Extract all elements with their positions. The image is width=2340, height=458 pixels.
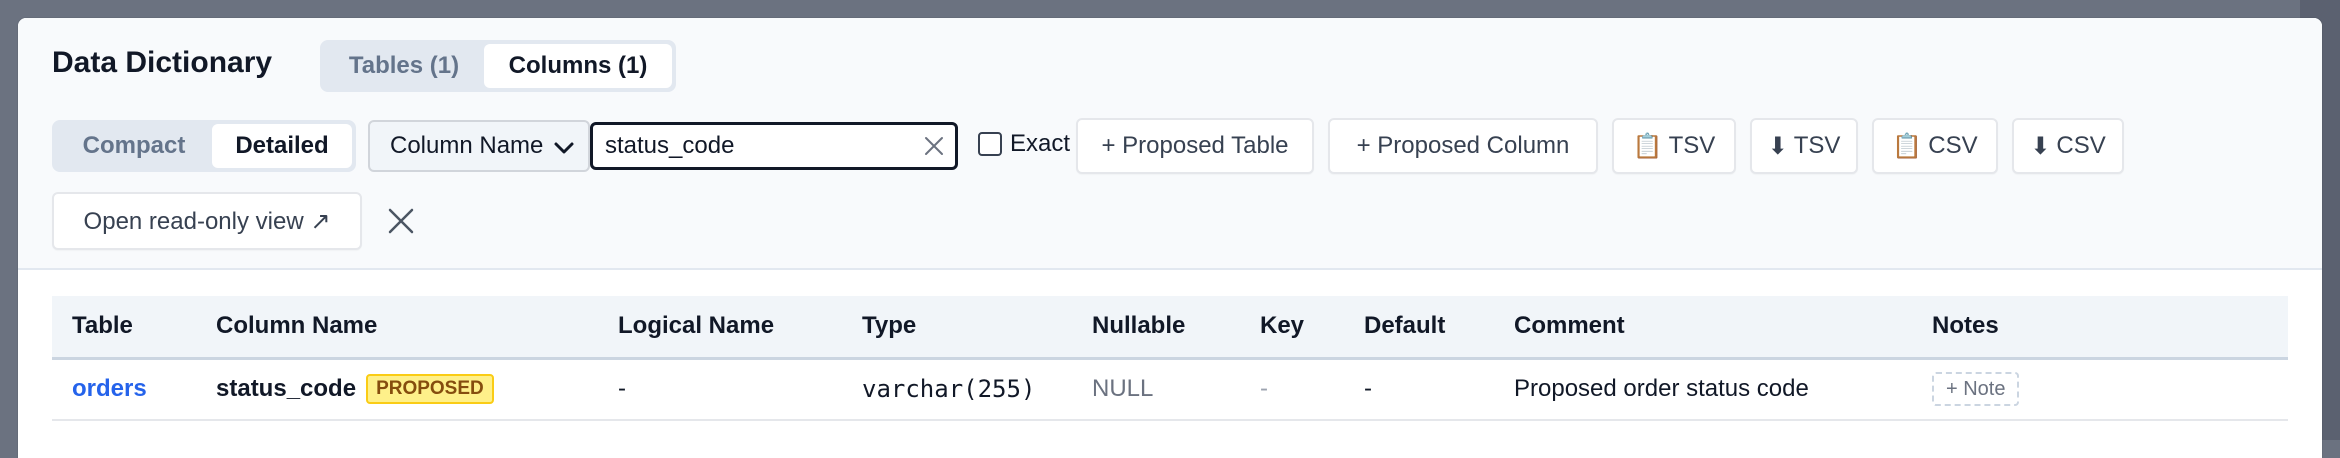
search-input[interactable] — [605, 132, 905, 160]
table-link-orders[interactable]: orders — [72, 375, 147, 402]
clipboard-icon: 📋 — [1632, 132, 1663, 160]
copy-csv-label: CSV — [1928, 132, 1978, 159]
chevron-down-icon — [554, 142, 574, 154]
cell-key: - — [1240, 358, 1344, 421]
column-name-text: status_code — [216, 375, 357, 403]
header-notes[interactable]: Notes — [1912, 296, 2288, 360]
header-key[interactable]: Key — [1240, 296, 1344, 360]
cell-logical-name: - — [598, 358, 842, 421]
search-field-select[interactable]: Column Name — [368, 120, 590, 172]
cell-column-name: status_code PROPOSED — [196, 358, 598, 421]
header-comment[interactable]: Comment — [1494, 296, 1912, 360]
cell-notes: + Note — [1912, 358, 2288, 421]
header-nullable[interactable]: Nullable — [1072, 296, 1240, 360]
download-csv-label: CSV — [2056, 132, 2106, 159]
add-proposed-table-button[interactable]: + Proposed Table — [1076, 118, 1314, 174]
download-icon: ⬇ — [2030, 132, 2051, 160]
exact-label: Exact — [1010, 130, 1071, 157]
header-logical-name[interactable]: Logical Name — [598, 296, 842, 360]
search-box — [590, 122, 958, 170]
view-detailed-button[interactable]: Detailed — [212, 124, 352, 168]
download-csv-button[interactable]: ⬇ CSV — [2012, 118, 2124, 174]
tab-columns[interactable]: Columns (1) — [484, 44, 672, 88]
header-default[interactable]: Default — [1344, 296, 1494, 360]
view-mode-toggle: Compact Detailed — [52, 120, 356, 172]
clipboard-icon: 📋 — [1892, 132, 1923, 160]
dictionary-tabs: Tables (1) Columns (1) — [320, 40, 676, 92]
add-note-button[interactable]: + Note — [1932, 372, 2020, 407]
add-proposed-column-button[interactable]: + Proposed Column — [1328, 118, 1598, 174]
cell-comment: Proposed order status code — [1494, 358, 1912, 421]
cell-type: varchar(255) — [842, 358, 1072, 421]
tab-tables[interactable]: Tables (1) — [324, 44, 484, 88]
download-tsv-label: TSV — [1793, 132, 1841, 159]
header-table[interactable]: Table — [52, 296, 196, 360]
data-dictionary-dialog: Data Dictionary Tables (1) Columns (1) C… — [18, 18, 2322, 458]
download-tsv-button[interactable]: ⬇ TSV — [1750, 118, 1858, 174]
cell-table: orders — [52, 358, 196, 421]
exact-checkbox[interactable] — [978, 132, 1002, 156]
table-header-row: Table Column Name Logical Name Type Null… — [52, 296, 2288, 360]
proposed-badge: PROPOSED — [366, 374, 494, 405]
copy-csv-button[interactable]: 📋 CSV — [1872, 118, 1998, 174]
copy-tsv-button[interactable]: 📋 TSV — [1612, 118, 1736, 174]
cell-nullable: NULL — [1072, 358, 1240, 421]
copy-tsv-label: TSV — [1668, 132, 1716, 159]
dialog-title: Data Dictionary — [52, 46, 273, 79]
table-row: orders status_code PROPOSED - varchar(255… — [52, 358, 2288, 421]
view-compact-button[interactable]: Compact — [56, 124, 212, 168]
open-readonly-view-button[interactable]: Open read-only view ↗ — [52, 192, 362, 250]
header-type[interactable]: Type — [842, 296, 1072, 360]
close-icon[interactable] — [388, 208, 414, 234]
download-icon: ⬇ — [1767, 132, 1788, 160]
exact-match-toggle[interactable]: Exact — [978, 130, 1070, 158]
clear-search-icon[interactable] — [923, 135, 945, 157]
cell-default: - — [1344, 358, 1494, 421]
search-field-selected: Column Name — [390, 132, 544, 159]
dialog-header: Data Dictionary Tables (1) Columns (1) C… — [18, 18, 2322, 270]
header-column-name[interactable]: Column Name — [196, 296, 598, 360]
columns-table: Table Column Name Logical Name Type Null… — [52, 296, 2288, 421]
